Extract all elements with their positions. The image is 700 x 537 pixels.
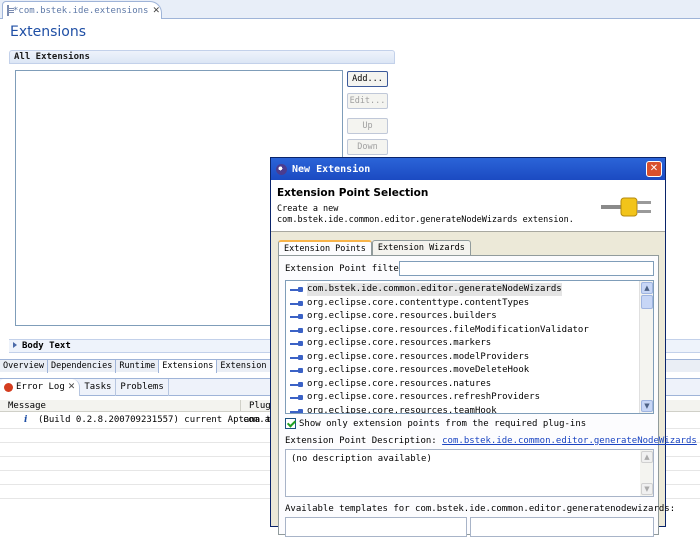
list-item[interactable]: org.eclipse.core.resources.teamHook <box>290 405 497 413</box>
info-icon: i <box>24 415 28 425</box>
tab-error-log[interactable]: Error Log ✕ <box>0 378 81 396</box>
ep-description-label: Extension Point Description: <box>285 436 437 446</box>
down-button[interactable]: Down <box>347 139 388 155</box>
section-title: Extension Point Selection <box>277 187 429 199</box>
body-text-label: Body Text <box>22 341 71 351</box>
tab-extensions[interactable]: Extensions <box>159 360 218 373</box>
description-scrollbar[interactable]: ▲ ▼ <box>640 450 653 496</box>
ep-description-line: Extension Point Description: com.bstek.i… <box>285 436 697 446</box>
list-item[interactable]: org.eclipse.core.resources.moveDeleteHoo… <box>290 364 529 377</box>
ep-description-link[interactable]: com.bstek.ide.common.editor.generateNode… <box>442 436 697 446</box>
close-icon[interactable]: ✕ <box>646 161 662 177</box>
dialog-title: New Extension <box>292 163 371 175</box>
extension-point-icon <box>290 313 304 320</box>
extension-point-icon <box>290 340 304 347</box>
tab-extension-points-list[interactable]: Extension Points <box>278 240 372 256</box>
new-extension-dialog: New Extension ✕ Extension Point Selectio… <box>270 157 697 537</box>
error-log-icon <box>4 382 13 392</box>
add-button[interactable]: Add... <box>347 71 388 87</box>
section-description: Create a new com.bstek.ide.common.editor… <box>277 204 574 225</box>
list-item[interactable]: org.eclipse.core.contenttype.contentType… <box>290 297 529 310</box>
tab-runtime[interactable]: Runtime <box>116 360 160 373</box>
column-message[interactable]: Message <box>0 400 241 412</box>
extension-point-icon <box>290 354 304 361</box>
extension-point-icon <box>290 394 304 401</box>
tab-dependencies[interactable]: Dependencies <box>48 360 117 373</box>
extension-point-icon <box>290 286 304 293</box>
editor-tab-title: *com.bstek.ide.extensions <box>13 5 149 16</box>
tab-tasks[interactable]: Tasks <box>80 378 117 396</box>
list-scrollbar[interactable]: ▲ ▼ <box>639 281 653 413</box>
close-view-icon[interactable]: ✕ <box>68 382 76 392</box>
tab-problems[interactable]: Problems <box>116 378 169 396</box>
show-only-checkbox-row[interactable]: Show only extension points from the requ… <box>285 418 586 429</box>
tab-overview[interactable]: Overview <box>0 360 48 373</box>
extension-point-icon <box>290 381 304 388</box>
extension-point-icon <box>290 300 304 307</box>
scroll-up-icon[interactable]: ▲ <box>641 451 653 463</box>
extension-points-panel: Extension Point filter: com.bstek.ide.co… <box>278 255 697 537</box>
up-button[interactable]: Up <box>347 118 388 134</box>
close-tab-icon[interactable]: ✕ <box>152 6 160 16</box>
dialog-titlebar[interactable]: New Extension <box>271 158 665 180</box>
list-item[interactable]: org.eclipse.core.resources.refreshProvid… <box>290 391 540 404</box>
eclipse-icon <box>276 163 287 175</box>
scroll-up-icon[interactable]: ▲ <box>641 282 653 294</box>
extension-point-icon <box>290 327 304 334</box>
ep-description-box: (no description available) ▲ ▼ <box>285 449 654 497</box>
log-message: (Build 0.2.8.200709231557) current Aptan… <box>38 415 271 425</box>
scroll-thumb[interactable] <box>641 295 653 309</box>
extension-point-list[interactable]: com.bstek.ide.common.editor.generateNode… <box>285 280 654 414</box>
list-item[interactable]: org.eclipse.core.resources.markers <box>290 337 491 350</box>
scroll-down-icon[interactable]: ▼ <box>641 483 653 495</box>
filter-label: Extension Point filter: <box>285 264 410 274</box>
extension-point-icon <box>290 367 304 374</box>
list-item[interactable]: org.eclipse.core.resources.builders <box>290 310 497 323</box>
templates-label: Available templates for com.bstek.ide.co… <box>285 504 676 514</box>
dialog-banner: Extension Point Selection Create a new c… <box>271 180 665 232</box>
all-extensions-section-header: All Extensions <box>9 50 395 64</box>
extension-point-filter-input[interactable] <box>399 261 654 276</box>
page-title: Extensions <box>10 24 87 40</box>
templates-list[interactable] <box>285 517 467 537</box>
tab-extension-wizards[interactable]: Extension Wizards <box>371 240 471 255</box>
template-description <box>470 517 654 537</box>
list-item[interactable]: org.eclipse.core.resources.natures <box>290 378 491 391</box>
extension-point-icon <box>290 408 304 413</box>
ep-description-text: (no description available) <box>291 454 432 464</box>
editor-tab-extensions[interactable]: *com.bstek.ide.extensions ✕ <box>2 1 162 19</box>
expand-arrow-icon <box>13 342 17 348</box>
scroll-down-icon[interactable]: ▼ <box>641 400 653 412</box>
list-item[interactable]: org.eclipse.core.resources.modelProvider… <box>290 351 529 364</box>
list-item[interactable]: org.eclipse.core.resources.fileModificat… <box>290 324 589 337</box>
show-only-checkbox[interactable] <box>285 418 296 429</box>
show-only-label: Show only extension points from the requ… <box>299 418 587 429</box>
plug-icon <box>601 197 651 217</box>
list-item[interactable]: com.bstek.ide.common.editor.generateNode… <box>290 283 562 296</box>
manifest-file-icon <box>7 5 14 16</box>
tab-error-log-label: Error Log <box>16 382 65 392</box>
dialog-tabs: Extension Points Extension Wizards <box>278 240 471 256</box>
edit-button[interactable]: Edit... <box>347 93 388 109</box>
